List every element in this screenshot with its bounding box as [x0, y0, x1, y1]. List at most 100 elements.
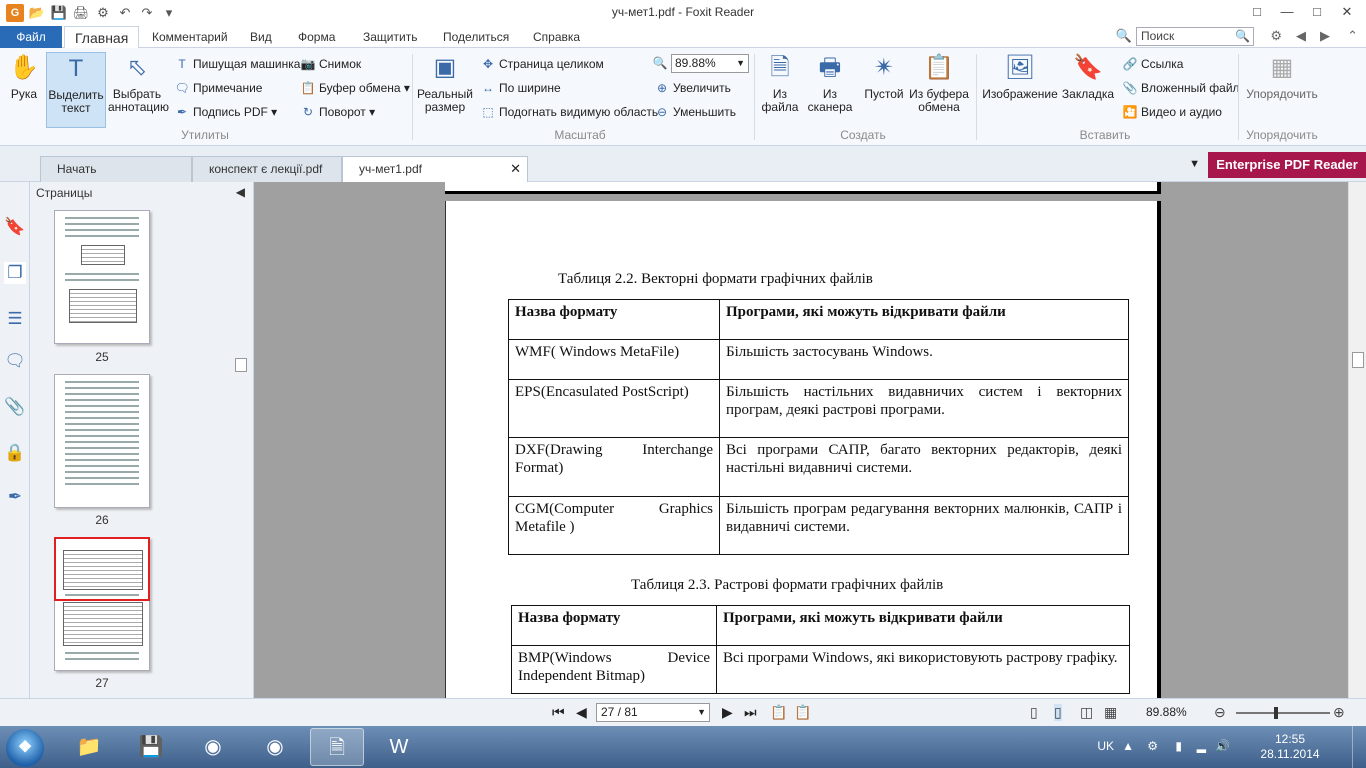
collapse-panel-icon[interactable]: ◀	[236, 185, 245, 199]
document-view[interactable]: Таблиця 2.2. Векторні формати графічних …	[254, 182, 1348, 698]
continuous-view-icon[interactable]: ▯	[1054, 704, 1062, 721]
fit-width-button[interactable]: ↔ По ширине	[480, 79, 561, 97]
create-from-scanner-button[interactable]: 🖶 Из сканера	[802, 52, 858, 114]
insert-link-button[interactable]: 🔗 Ссылка	[1122, 55, 1184, 73]
attachments-icon[interactable]: 📎	[4, 396, 26, 418]
scrollbar-thumb[interactable]	[235, 358, 247, 372]
signatures-icon[interactable]: ✒	[4, 486, 26, 508]
select-text-button[interactable]: T Выделить текст	[46, 52, 106, 128]
pages-panel-scrollbar[interactable]	[232, 202, 248, 696]
tab-share[interactable]: Поделиться	[433, 26, 519, 48]
collapse-ribbon-icon[interactable]: ⌃	[1347, 28, 1358, 44]
minimize-button[interactable]: —	[1272, 2, 1302, 22]
create-from-file-button[interactable]: 🗎 Из файла	[760, 52, 800, 114]
previous-view-icon[interactable]: 📋	[770, 704, 787, 721]
close-tab-icon[interactable]: ✕	[510, 157, 521, 181]
facing-view-icon[interactable]: ◫	[1080, 704, 1093, 721]
create-from-clipboard-button[interactable]: 📋 Из буфера обмена	[908, 52, 970, 114]
bookmarks-icon[interactable]: 🔖	[4, 216, 26, 238]
search-icon[interactable]: 🔍	[1235, 28, 1250, 45]
select-annotation-button[interactable]: ⬁ Выбрать аннотацию	[108, 52, 169, 114]
layers-icon[interactable]: ☰	[4, 308, 26, 330]
page-number-input[interactable]: 27 / 81 ▼	[596, 703, 710, 722]
page-thumbnail-25[interactable]	[54, 210, 150, 344]
settings-icon[interactable]: ⚙	[1270, 28, 1282, 44]
tray-expand-icon[interactable]: ▲	[1122, 739, 1134, 753]
next-view-icon[interactable]: 📋	[794, 704, 811, 721]
start-button[interactable]: ❖	[6, 729, 44, 767]
insert-bookmark-button[interactable]: 🔖 Закладка	[1060, 52, 1116, 101]
pdf-page: Таблиця 2.2. Векторні формати графічних …	[445, 201, 1161, 698]
doc-tab-konspekt[interactable]: конспект є лекції.pdf	[192, 156, 342, 182]
explorer-icon[interactable]: 📁	[62, 728, 116, 766]
page-thumbnail-26[interactable]	[54, 374, 150, 508]
clipboard-button[interactable]: 📋 Буфер обмена ▾	[300, 79, 410, 97]
security-lock-icon[interactable]: 🔒	[4, 442, 26, 464]
hand-tool-button[interactable]: ✋ Рука	[4, 52, 44, 101]
typewriter-button[interactable]: T Пишущая машинка	[174, 55, 300, 73]
table-row: CGM(Computer Graphics Metafile ) Більшіс…	[508, 496, 1129, 555]
arrange-button[interactable]: ▦ Упорядочить	[1244, 52, 1320, 101]
search-mode-icon[interactable]: 🔍	[1116, 28, 1132, 44]
enterprise-pdf-reader-button[interactable]: Enterprise PDF Reader	[1208, 152, 1366, 178]
restore-ribbon-icon[interactable]: □	[1242, 2, 1272, 22]
file-menu[interactable]: Файл	[0, 26, 62, 48]
insert-video-audio-button[interactable]: 🎦 Видео и аудио	[1122, 103, 1222, 121]
zoom-out-button[interactable]: ⊖ Уменьшить	[654, 103, 736, 121]
nav-back-icon[interactable]: ◀	[1296, 28, 1306, 44]
doc-tab-start[interactable]: Начать	[40, 156, 192, 182]
network-icon[interactable]: ▂	[1197, 739, 1206, 753]
tab-protect[interactable]: Защитить	[353, 26, 427, 48]
single-page-view-icon[interactable]: ▯	[1030, 704, 1038, 721]
close-button[interactable]: ✕	[1332, 2, 1362, 22]
word-icon[interactable]: W	[372, 728, 426, 766]
save-app-icon[interactable]: 💾	[124, 728, 178, 766]
doc-tab-uch-met1[interactable]: уч-мет1.pdf ✕	[342, 156, 528, 183]
continuous-facing-view-icon[interactable]: ▦	[1104, 704, 1117, 721]
zoom-select[interactable]: 89.88% ▼	[671, 54, 749, 73]
rotate-button[interactable]: ↻ Поворот ▾	[300, 103, 375, 121]
comments-icon[interactable]: 🗨	[4, 350, 26, 372]
insert-attachment-button[interactable]: 📎 Вложенный файл	[1122, 79, 1240, 97]
sign-pdf-button[interactable]: ✒ Подпись PDF ▾	[174, 103, 277, 121]
document-scrollbar[interactable]	[1348, 182, 1366, 698]
zoom-in-icon[interactable]: ⊕	[1333, 704, 1345, 721]
insert-image-button[interactable]: 🖼 Изображение	[982, 52, 1058, 101]
clock[interactable]: 12:55 28.11.2014	[1250, 732, 1330, 762]
note-button[interactable]: 🗨 Примечание	[174, 79, 262, 97]
zoom-slider-knob[interactable]	[1274, 707, 1278, 719]
show-desktop-button[interactable]	[1352, 726, 1366, 768]
next-page-icon[interactable]: ▶	[722, 704, 733, 721]
create-blank-button[interactable]: ✴ Пустой	[862, 52, 906, 101]
language-indicator[interactable]: UK	[1097, 739, 1114, 753]
previous-page-icon[interactable]: ◀	[576, 704, 587, 721]
foxit-reader-taskbar-icon[interactable]: 🗎	[310, 728, 364, 766]
zoom-out-icon[interactable]: ⊖	[1214, 704, 1226, 721]
table-header-cell: Назва формату	[511, 605, 717, 646]
usb-icon[interactable]: ⚙	[1147, 739, 1158, 753]
tab-form[interactable]: Форма	[288, 26, 345, 48]
pages-icon[interactable]: ❐	[4, 262, 26, 284]
first-page-icon[interactable]: ⏮	[552, 704, 565, 721]
battery-icon[interactable]: ▮	[1175, 739, 1182, 753]
volume-icon[interactable]: 🔊	[1215, 739, 1230, 753]
search-input[interactable]: Поиск 🔍	[1136, 27, 1254, 46]
tab-comment[interactable]: Комментарий	[142, 26, 238, 48]
zoom-slider[interactable]	[1236, 707, 1330, 719]
tabs-dropdown-icon[interactable]: ▼	[1189, 158, 1200, 170]
last-page-icon[interactable]: ⏭	[744, 704, 757, 721]
nav-forward-icon[interactable]: ▶	[1320, 28, 1330, 44]
fit-visible-button[interactable]: ⬚ Подогнать видимую область	[480, 103, 658, 121]
scrollbar-thumb[interactable]	[1352, 352, 1364, 368]
snapshot-button[interactable]: 📷 Снимок	[300, 55, 362, 73]
tab-home[interactable]: Главная	[64, 26, 140, 49]
visible-area-indicator[interactable]	[54, 537, 150, 601]
tab-help[interactable]: Справка	[523, 26, 590, 48]
fit-page-button[interactable]: ✥ Страница целиком	[480, 55, 604, 73]
actual-size-button[interactable]: ▣ Реальный размер	[416, 52, 474, 114]
firefox-icon[interactable]: ◉	[248, 728, 302, 766]
tab-view[interactable]: Вид	[240, 26, 282, 48]
maximize-button[interactable]: □	[1302, 2, 1332, 22]
chrome-icon[interactable]: ◉	[186, 728, 240, 766]
zoom-in-button[interactable]: ⊕ Увеличить	[654, 79, 731, 97]
